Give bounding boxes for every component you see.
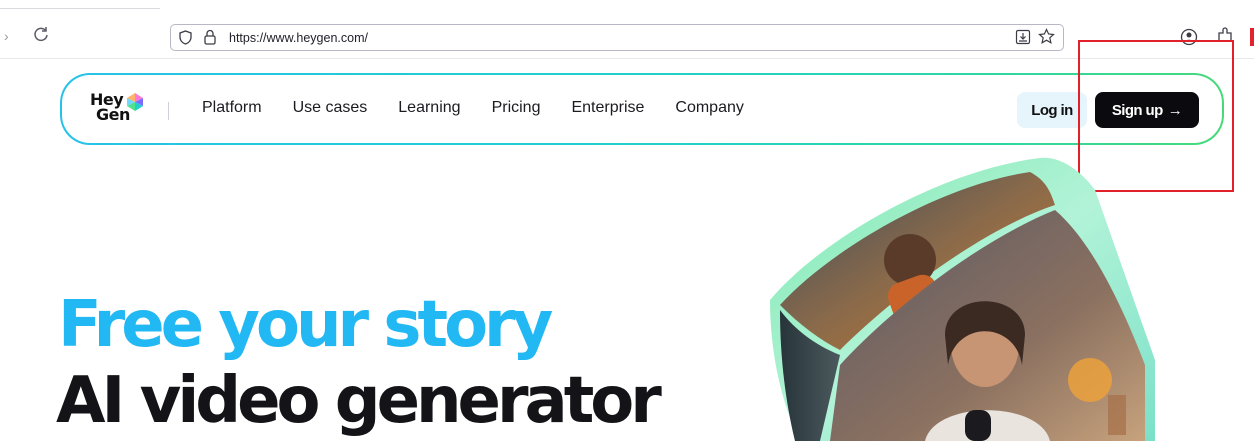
browser-toolbar: › https://www.heygen.com/ <box>0 0 1254 59</box>
site-navbar-inner: Hey Gen Platform Use cases Learning Pric… <box>62 75 1222 143</box>
shield-icon[interactable] <box>178 30 193 45</box>
bookmark-star-icon[interactable] <box>1038 28 1055 45</box>
nav-links: Platform Use cases Learning Pricing Ente… <box>202 99 744 117</box>
login-button[interactable]: Log in <box>1017 92 1087 128</box>
hero-heading-line-2: AI video generator <box>56 364 662 438</box>
nav-link-enterprise[interactable]: Enterprise <box>571 99 644 117</box>
tab-strip-edge <box>0 0 160 9</box>
nav-link-company[interactable]: Company <box>675 99 743 117</box>
logo-wordmark: Hey Gen <box>90 92 130 124</box>
hero-heading-line-1: Free your story <box>58 288 553 362</box>
lock-icon[interactable] <box>203 29 217 45</box>
reload-icon[interactable] <box>30 23 52 45</box>
heygen-logo[interactable]: Hey Gen <box>90 92 150 128</box>
site-navbar: Hey Gen Platform Use cases Learning Pric… <box>60 73 1224 145</box>
nav-link-pricing[interactable]: Pricing <box>492 99 541 117</box>
menu-edge-icon[interactable] <box>1250 28 1254 46</box>
forward-icon[interactable]: › <box>4 28 9 44</box>
logo-gem-icon <box>127 93 143 111</box>
url-bar[interactable]: https://www.heygen.com/ <box>170 24 1064 51</box>
nav-link-platform[interactable]: Platform <box>202 99 262 117</box>
hero-video-cube-image <box>770 157 1155 441</box>
url-text[interactable]: https://www.heygen.com/ <box>229 31 368 45</box>
reader-view-icon[interactable] <box>1015 29 1031 45</box>
nav-link-use-cases[interactable]: Use cases <box>293 99 368 117</box>
nav-link-learning[interactable]: Learning <box>398 99 460 117</box>
logo-line-2: Gen <box>96 105 130 124</box>
nav-divider <box>168 102 169 120</box>
